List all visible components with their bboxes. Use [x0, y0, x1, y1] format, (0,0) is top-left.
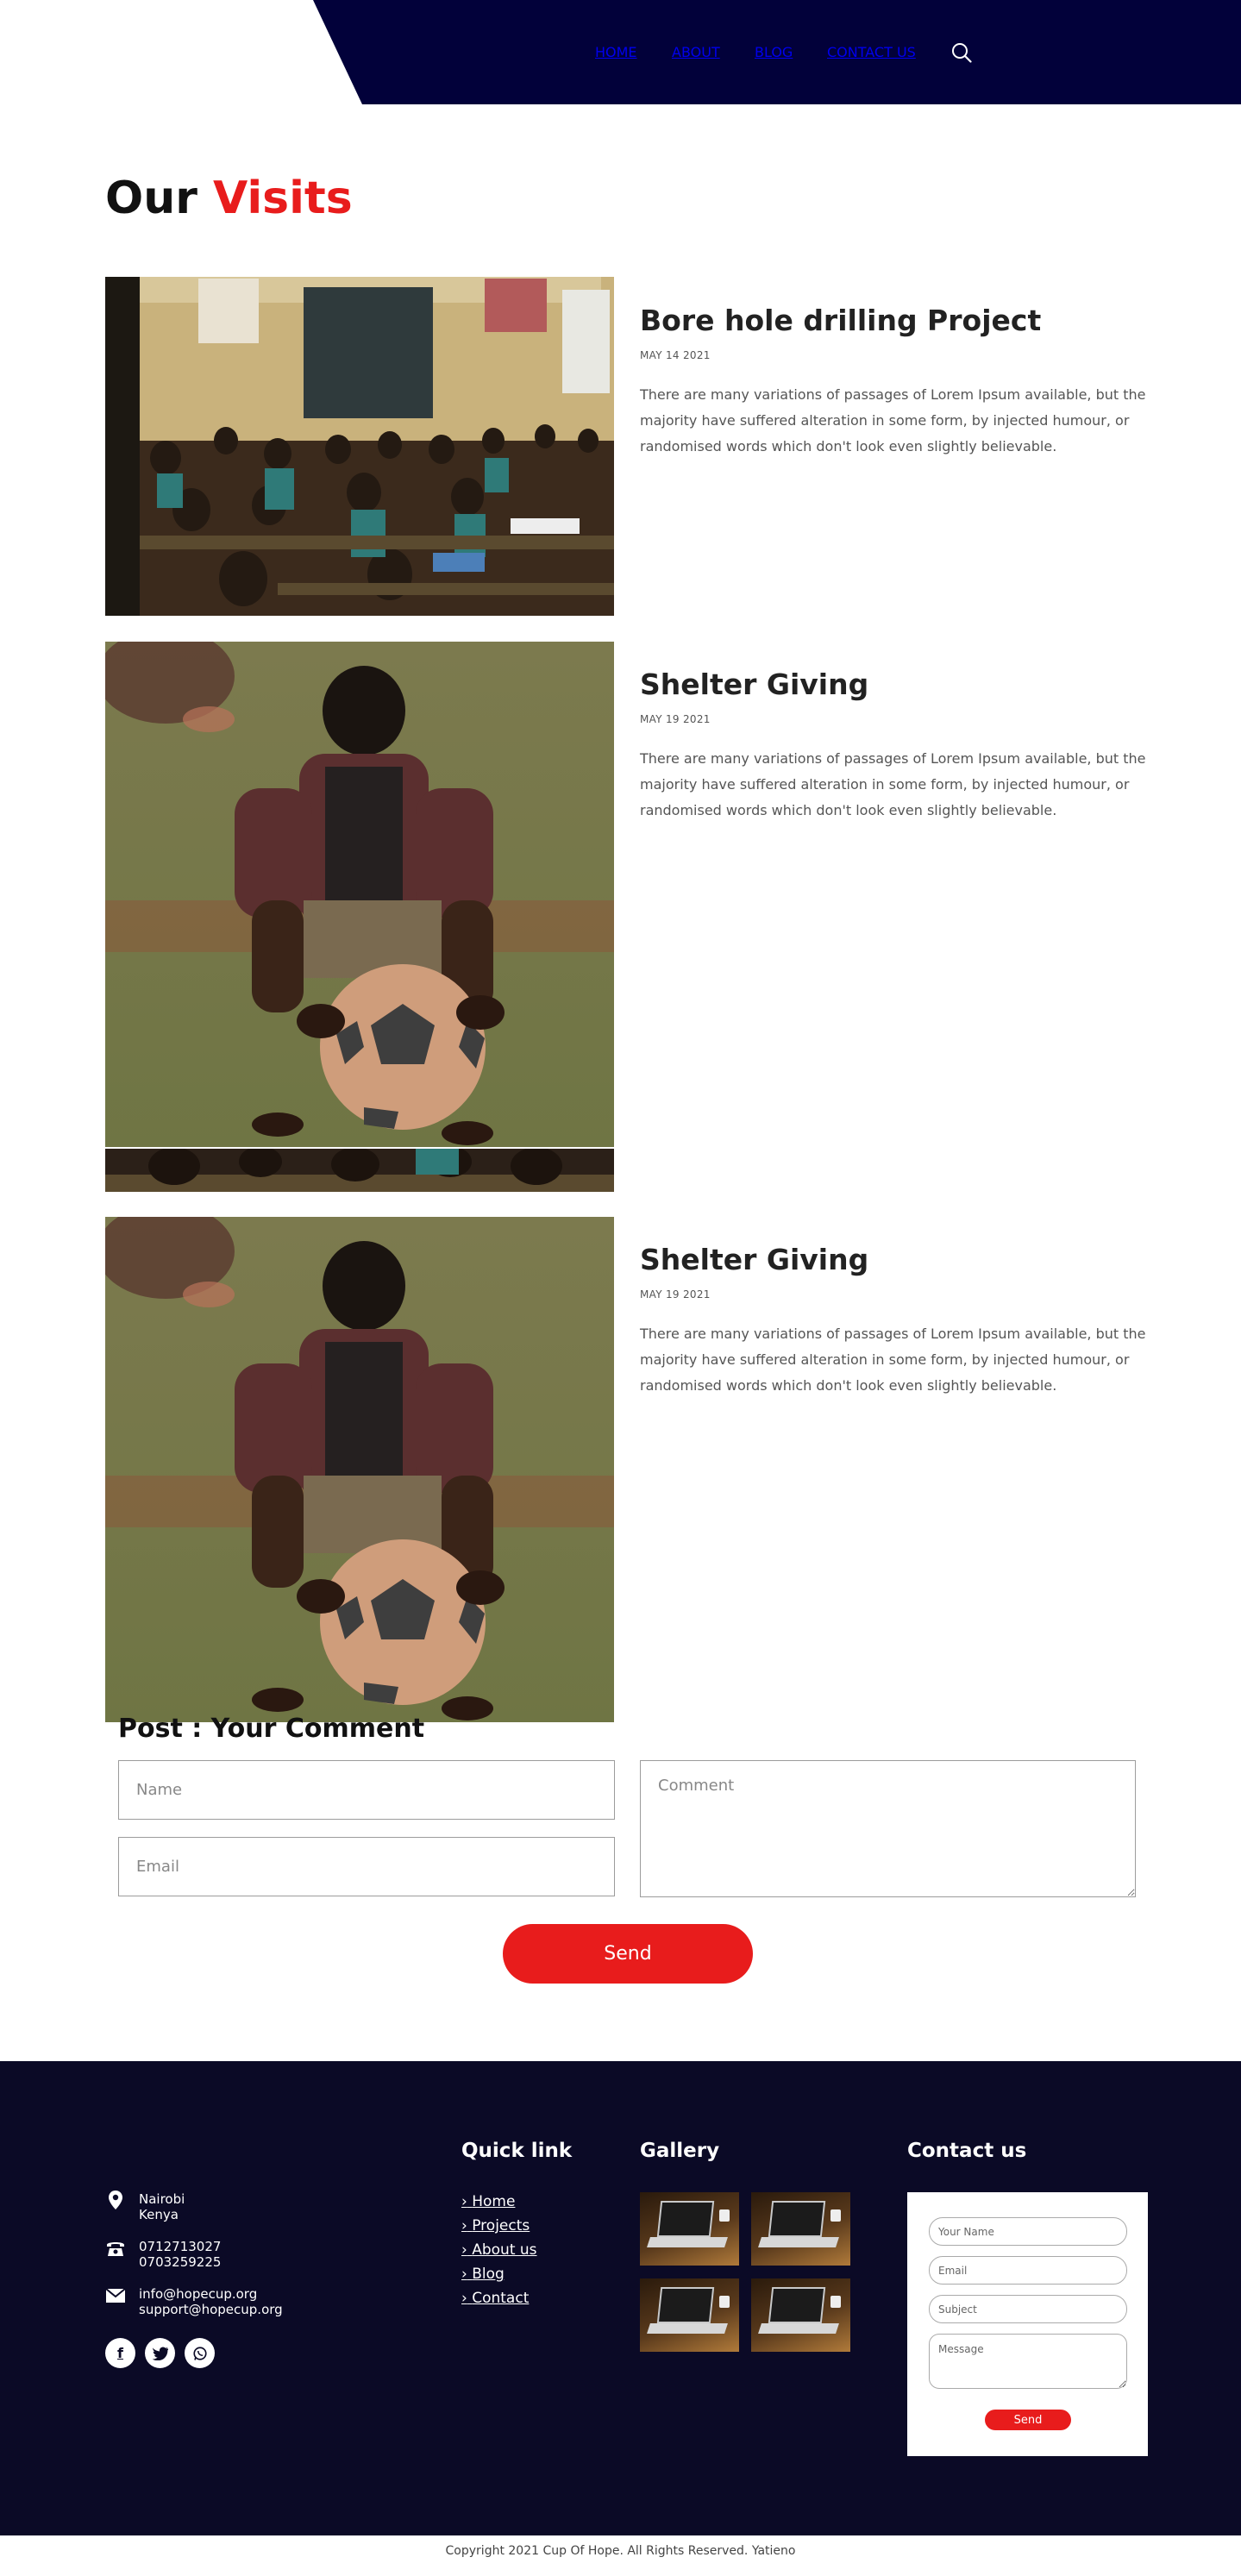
- post-title[interactable]: Shelter Giving: [640, 1243, 868, 1276]
- classroom-photo: [105, 277, 614, 616]
- nav-contact-us[interactable]: CONTACT US: [827, 44, 916, 60]
- quick-link-contact[interactable]: › Contact: [461, 2290, 529, 2307]
- location-pin-icon: [109, 2191, 122, 2209]
- quick-link-home[interactable]: › Home: [461, 2193, 515, 2210]
- email-address[interactable]: info@hopecup.org: [139, 2286, 283, 2302]
- phone-number[interactable]: 0712713027: [139, 2239, 221, 2254]
- copyright: Copyright 2021 Cup Of Hope. All Rights R…: [445, 2544, 796, 2558]
- address-line: Kenya: [139, 2207, 179, 2222]
- chevron-right-icon: ›: [461, 2241, 467, 2259]
- message-textarea[interactable]: [929, 2334, 1127, 2389]
- subject-input[interactable]: [929, 2295, 1127, 2323]
- gallery-heading: Gallery: [640, 2140, 720, 2162]
- quick-link-blog[interactable]: › Blog: [461, 2266, 505, 2283]
- post-title[interactable]: Shelter Giving: [640, 668, 868, 701]
- page-title-accent: Visits: [212, 172, 353, 224]
- quick-link-label: Projects: [472, 2217, 530, 2234]
- quick-links-heading: Quick link: [461, 2140, 573, 2162]
- chevron-right-icon: ›: [461, 2193, 467, 2210]
- nav-blog[interactable]: BLOG: [755, 44, 793, 60]
- nav-about[interactable]: ABOUT: [672, 44, 720, 60]
- facebook-icon[interactable]: f: [105, 2338, 135, 2368]
- gallery-thumbnail[interactable]: [640, 2278, 739, 2352]
- twitter-icon[interactable]: [145, 2338, 175, 2368]
- emails: info@hopecup.org support@hopecup.org: [139, 2286, 283, 2317]
- post-excerpt: There are many variations of passages of…: [640, 386, 1146, 454]
- page-title-main: Our: [105, 172, 197, 224]
- address: Nairobi Kenya: [139, 2191, 185, 2222]
- address-line: Nairobi: [139, 2191, 185, 2207]
- gallery-thumbnail[interactable]: [640, 2192, 739, 2266]
- post-date: MAY 19 2021: [640, 1288, 711, 1301]
- footer-send-button[interactable]: Send: [985, 2410, 1071, 2430]
- contact-us-heading: Contact us: [907, 2140, 1027, 2162]
- quick-link-label: About us: [472, 2241, 537, 2259]
- comment-form-heading: Post : Your Comment: [118, 1714, 425, 1744]
- quick-link-projects[interactable]: › Projects: [461, 2217, 530, 2234]
- quick-link-label: Contact: [472, 2290, 530, 2307]
- boy-with-ball-photo: [105, 642, 614, 1147]
- name-input[interactable]: [118, 1760, 615, 1820]
- post-date: MAY 14 2021: [640, 349, 711, 361]
- phones: 0712713027 0703259225: [139, 2239, 221, 2270]
- post-excerpt: There are many variations of passages of…: [640, 1326, 1146, 1394]
- email-address[interactable]: support@hopecup.org: [139, 2302, 283, 2317]
- post-excerpt: There are many variations of passages of…: [640, 750, 1146, 818]
- footer-email-input[interactable]: [929, 2256, 1127, 2285]
- post-image-frame: [105, 642, 614, 1192]
- chevron-right-icon: ›: [461, 2290, 467, 2307]
- search-icon[interactable]: [951, 42, 972, 63]
- gallery-thumbnail[interactable]: [751, 2192, 850, 2266]
- telephone-icon: [107, 2242, 124, 2256]
- nav-home[interactable]: HOME: [595, 44, 637, 60]
- post-date: MAY 19 2021: [640, 713, 711, 725]
- gallery-thumbnail[interactable]: [751, 2278, 850, 2352]
- whatsapp-icon[interactable]: [185, 2338, 215, 2368]
- send-button[interactable]: Send: [503, 1924, 753, 1984]
- quick-link-label: Home: [472, 2193, 516, 2210]
- post-title[interactable]: Bore hole drilling Project: [640, 304, 1041, 337]
- email-input[interactable]: [118, 1837, 615, 1896]
- envelope-icon: [105, 2288, 126, 2303]
- chevron-right-icon: ›: [461, 2217, 467, 2234]
- site-header: HOME ABOUT BLOG CONTACT US: [0, 0, 1241, 104]
- comment-textarea[interactable]: [640, 1760, 1136, 1897]
- quick-link-label: Blog: [472, 2266, 505, 2283]
- footer-contact-form: Send: [907, 2192, 1148, 2456]
- classroom-photo-strip: [105, 1149, 614, 1192]
- your-name-input[interactable]: [929, 2217, 1127, 2246]
- boy-with-ball-photo: [105, 1217, 614, 1722]
- quick-link-about-us[interactable]: › About us: [461, 2241, 537, 2259]
- chevron-right-icon: ›: [461, 2266, 467, 2283]
- page-title: Our Visits: [105, 172, 353, 224]
- phone-number[interactable]: 0703259225: [139, 2254, 221, 2270]
